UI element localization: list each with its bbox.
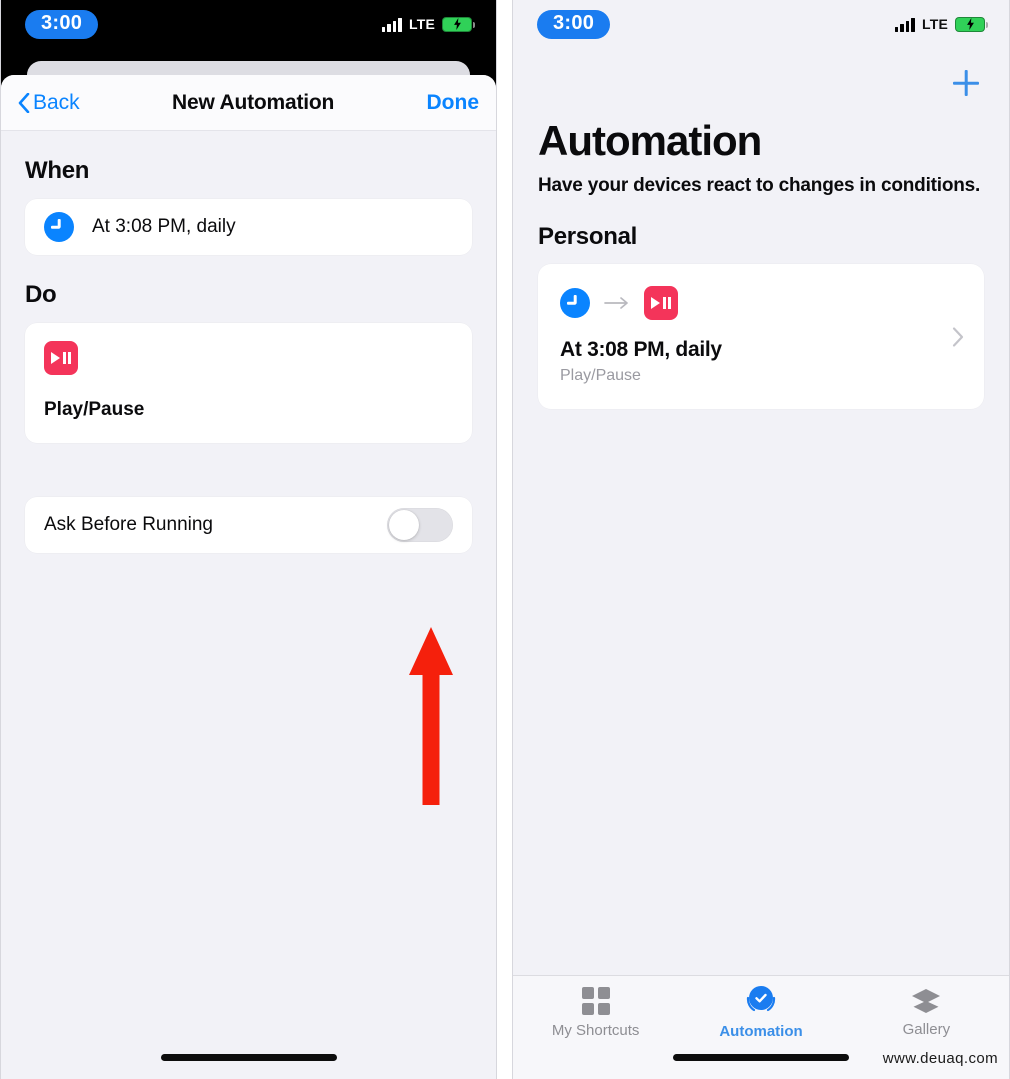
- ask-before-running-toggle[interactable]: [387, 508, 453, 542]
- sheet-navbar: Back New Automation Done: [1, 75, 496, 131]
- done-button[interactable]: Done: [427, 91, 480, 115]
- chevron-right-icon: [952, 327, 964, 347]
- status-indicators: LTE: [381, 16, 475, 32]
- page-title: New Automation: [172, 90, 335, 114]
- tab-label: My Shortcuts: [551, 1022, 640, 1039]
- cellular-bars-icon: [381, 17, 402, 32]
- left-phone-body: Back New Automation Done When At 3:08 PM…: [1, 48, 496, 1079]
- trigger-label: At 3:08 PM, daily: [92, 216, 236, 237]
- layers-icon: [912, 989, 941, 1013]
- status-time: 3:00: [537, 9, 611, 39]
- toggle-knob: [389, 510, 419, 540]
- automation-subtitle: Play/Pause: [560, 367, 641, 385]
- left-phone-screen: 3:00 LTE Back New Automation Done When A…: [0, 0, 497, 1079]
- action-label: Play/Pause: [44, 399, 145, 420]
- grid-icon: [581, 987, 610, 1015]
- red-annotation-arrow: [409, 627, 453, 805]
- site-watermark: www.deuaq.com: [882, 1050, 998, 1067]
- tab-my-shortcuts[interactable]: My Shortcuts: [513, 976, 678, 1050]
- toolbar: [513, 48, 1009, 118]
- section-heading-do: Do: [25, 281, 57, 308]
- right-status-bar: 3:00 LTE: [513, 0, 1009, 48]
- left-status-bar: 3:00 LTE: [1, 0, 496, 48]
- new-automation-sheet: Back New Automation Done When At 3:08 PM…: [1, 75, 496, 1079]
- cellular-bars-icon: [894, 17, 915, 32]
- screenshot-stage: 3:00 LTE Back New Automation Done When A…: [0, 0, 1010, 1079]
- status-indicators: LTE: [894, 16, 988, 32]
- ask-before-running-label: Ask Before Running: [44, 514, 213, 535]
- home-indicator: [673, 1054, 849, 1061]
- battery-charging-icon: [955, 16, 988, 32]
- automation-page-content: Automation Have your devices react to ch…: [513, 117, 1009, 410]
- network-label: LTE: [921, 16, 948, 32]
- section-heading-when: When: [25, 157, 90, 184]
- status-time: 3:00: [25, 9, 99, 39]
- back-label: Back: [33, 90, 80, 114]
- right-phone-body: Automation Have your devices react to ch…: [513, 48, 1009, 1079]
- sheet-content: When At 3:08 PM, daily Do Play/Pause Ask…: [1, 157, 496, 553]
- clock-icon: [560, 288, 590, 319]
- action-row[interactable]: Play/Pause: [25, 323, 472, 443]
- battery-charging-icon: [442, 16, 475, 32]
- tab-gallery[interactable]: Gallery: [844, 976, 1009, 1050]
- trigger-row[interactable]: At 3:08 PM, daily: [25, 199, 472, 255]
- network-label: LTE: [408, 16, 435, 32]
- clock-icon: [44, 212, 74, 242]
- right-phone-screen: 3:00 LTE Automation Have your devices re…: [512, 0, 1010, 1079]
- automation-icons: [560, 286, 962, 321]
- play-pause-icon: [44, 341, 78, 375]
- group-heading-personal: Personal: [538, 223, 637, 251]
- plus-icon[interactable]: [949, 66, 983, 100]
- play-pause-icon: [644, 286, 678, 321]
- automation-title: At 3:08 PM, daily: [560, 338, 722, 362]
- home-indicator: [160, 1054, 337, 1061]
- back-button[interactable]: Back: [18, 91, 80, 115]
- tab-list: My Shortcuts Automation Gallery: [513, 976, 1009, 1050]
- chevron-left-icon: [18, 92, 30, 113]
- automation-check-icon: [746, 986, 776, 1016]
- tab-label: Gallery: [902, 1021, 951, 1038]
- page-subtitle: Have your devices react to changes in co…: [538, 175, 981, 197]
- arrow-right-icon: [604, 297, 628, 310]
- page-title: Automation: [538, 117, 762, 164]
- ask-before-running-row[interactable]: Ask Before Running: [25, 497, 472, 553]
- tab-automation[interactable]: Automation: [678, 976, 843, 1050]
- automation-list-item[interactable]: At 3:08 PM, daily Play/Pause: [538, 264, 984, 410]
- tab-label: Automation: [719, 1023, 803, 1040]
